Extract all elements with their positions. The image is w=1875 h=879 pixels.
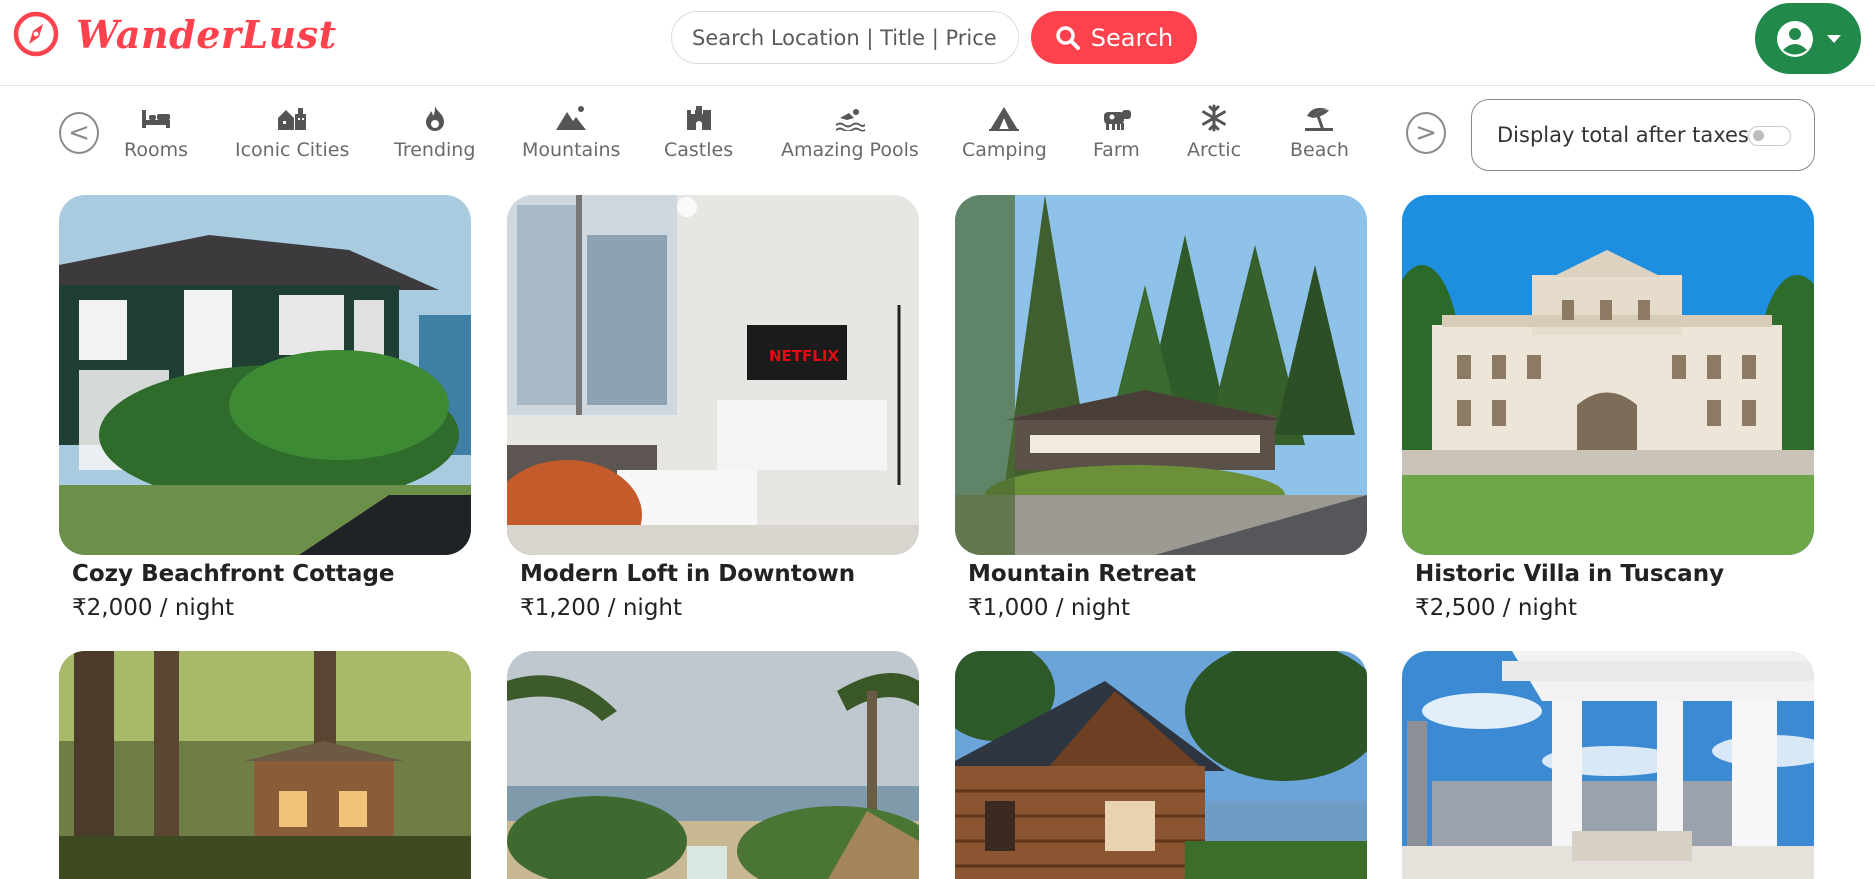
beach-palms-photo: [507, 651, 919, 879]
listing-card[interactable]: Cozy Beachfront Cottage ₹2,000 / night: [59, 195, 471, 621]
filter-label: Iconic Cities: [235, 139, 350, 161]
villa-photo: [1402, 195, 1814, 555]
navbar: WanderLust Search: [0, 0, 1875, 86]
svg-text:NETFLIX: NETFLIX: [769, 347, 839, 365]
listing-card[interactable]: Historic Villa in Tuscany ₹2,500 / night: [1402, 195, 1814, 621]
filter-bar: < Rooms Iconic Cities Trending Mountains…: [0, 86, 1875, 186]
search-input[interactable]: [671, 11, 1019, 64]
listing-title: Historic Villa in Tuscany: [1415, 561, 1725, 587]
listing-image[interactable]: NETFLIX: [507, 195, 919, 555]
listing-card[interactable]: [1402, 651, 1814, 879]
filter-next-button[interactable]: >: [1406, 112, 1446, 154]
listing-image[interactable]: [507, 651, 919, 879]
user-circle-icon: [1777, 20, 1813, 57]
castle-icon: [686, 106, 711, 130]
filter-label: Amazing Pools: [781, 139, 919, 161]
listing-image[interactable]: [1402, 651, 1814, 879]
penthouse-photo: [1402, 651, 1814, 879]
tax-switch[interactable]: [1748, 126, 1791, 146]
search-icon: [1056, 25, 1080, 50]
umbrella-beach-icon: [1305, 107, 1334, 131]
retreat-photo: [955, 195, 1367, 555]
chevron-down-icon: [1827, 34, 1841, 43]
filter-castles[interactable]: Castles: [664, 104, 733, 161]
mountain-icon: [556, 106, 587, 130]
filter-label: Castles: [664, 139, 734, 161]
swimmer-icon: [835, 109, 865, 132]
filter-farm[interactable]: Farm: [1093, 104, 1140, 161]
listing-card[interactable]: NETFLIX Modern Loft in Downtown ₹1,200 /…: [507, 195, 919, 621]
filter-label: Arctic: [1187, 139, 1242, 161]
profile-menu-button[interactable]: [1755, 3, 1861, 74]
fire-icon: [425, 106, 444, 131]
listing-image[interactable]: [955, 195, 1367, 555]
filter-amazing-pools[interactable]: Amazing Pools: [781, 104, 919, 161]
filter-trending[interactable]: Trending: [394, 104, 475, 161]
listing-price: ₹1,000 / night: [968, 595, 1131, 621]
listing-title: Cozy Beachfront Cottage: [72, 561, 395, 587]
filter-camping[interactable]: Camping: [962, 104, 1047, 161]
chevron-right-icon: >: [1415, 118, 1437, 148]
filter-mountains[interactable]: Mountains: [522, 104, 620, 161]
snowflake-icon: [1202, 104, 1226, 132]
filter-label: Trending: [394, 139, 476, 161]
listing-image[interactable]: [59, 195, 471, 555]
filter-label: Rooms: [124, 139, 189, 161]
loft-photo: NETFLIX: [507, 195, 919, 555]
brand-link[interactable]: WanderLust: [12, 10, 337, 58]
city-icon: [278, 108, 307, 130]
filter-beach[interactable]: Beach: [1290, 104, 1349, 161]
tent-icon: [989, 107, 1020, 131]
search-button-label: Search: [1090, 23, 1174, 52]
filter-label: Beach: [1290, 139, 1349, 161]
treehouse-photo: [59, 651, 471, 879]
listing-title: Modern Loft in Downtown: [520, 561, 856, 587]
listing-image[interactable]: [1402, 195, 1814, 555]
tax-toggle[interactable]: Display total after taxes: [1471, 99, 1815, 171]
filter-label: Camping: [962, 139, 1047, 161]
listing-image[interactable]: [955, 651, 1367, 879]
bed-icon: [142, 110, 170, 128]
listing-card[interactable]: [59, 651, 471, 879]
log-cabin-photo: [955, 651, 1367, 879]
filter-rooms[interactable]: Rooms: [124, 104, 188, 161]
listing-price: ₹1,200 / night: [520, 595, 683, 621]
filter-label: Farm: [1093, 139, 1140, 161]
search-button[interactable]: Search: [1031, 11, 1197, 64]
filter-arctic[interactable]: Arctic: [1187, 104, 1241, 161]
listing-price: ₹2,500 / night: [1415, 595, 1578, 621]
listing-price: ₹2,000 / night: [72, 595, 235, 621]
filter-iconic-cities[interactable]: Iconic Cities: [235, 104, 349, 161]
tax-toggle-label: Display total after taxes: [1497, 123, 1749, 147]
chevron-left-icon: <: [68, 118, 90, 148]
listing-title: Mountain Retreat: [968, 561, 1196, 587]
cottage-photo: [59, 195, 471, 555]
filter-label: Mountains: [522, 139, 621, 161]
listing-card[interactable]: Mountain Retreat ₹1,000 / night: [955, 195, 1367, 621]
brand-name: WanderLust: [76, 11, 337, 57]
listing-card[interactable]: [955, 651, 1367, 879]
compass-icon: [13, 11, 59, 57]
listing-image[interactable]: [59, 651, 471, 879]
listing-card[interactable]: [507, 651, 919, 879]
filter-prev-button[interactable]: <: [59, 112, 99, 154]
cow-icon: [1104, 110, 1132, 130]
